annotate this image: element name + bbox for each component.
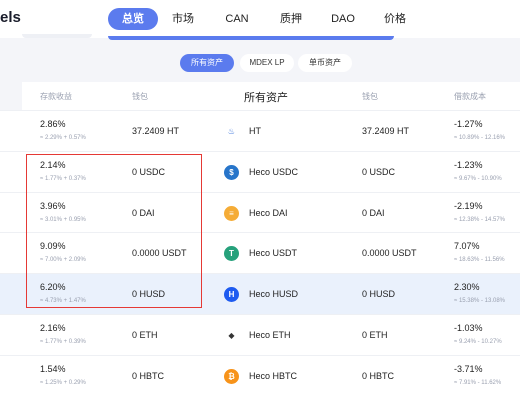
borrow-cost-value: -1.03%	[454, 323, 483, 333]
asset-name[interactable]: Heco USDC	[249, 167, 298, 177]
deposit-apy-value: 2.86%	[40, 119, 66, 129]
borrow-cost-value: 7.07%	[454, 241, 480, 251]
asset-name[interactable]: Heco DAI	[249, 208, 288, 218]
ht-flame-icon: ♨	[224, 124, 239, 139]
dai-icon: ≡	[224, 206, 239, 221]
usdc-icon: $	[224, 165, 239, 180]
filter-all-assets[interactable]: 所有资产	[180, 54, 234, 72]
wallet-balance-right: 37.2409 HT	[362, 126, 410, 136]
borrow-cost-breakdown: ≈ 9.67% - 10.90%	[454, 176, 502, 182]
eth-icon: ◆	[224, 328, 239, 343]
asset-name[interactable]: Heco HBTC	[249, 371, 297, 381]
asset-name[interactable]: Heco ETH	[249, 330, 291, 340]
deposit-apy-breakdown: ≈ 1.25% + 0.29%	[40, 380, 86, 386]
table-row[interactable]: 1.54% ≈ 1.25% + 0.29% 0 HBTC ₿ Heco HBTC 0 HB…	[0, 355, 520, 396]
top-navigation-bar: els 总览 市场 CAN 质押 DAO 价格	[0, 0, 520, 40]
borrow-cost-breakdown: ≈ 9.24% - 10.27%	[454, 339, 502, 345]
brand-logo-text[interactable]: els	[0, 9, 21, 26]
deposit-apy-breakdown: ≈ 1.77% + 0.39%	[40, 339, 86, 345]
borrow-cost-breakdown: ≈ 7.91% - 11.62%	[454, 380, 502, 386]
search-bar-edge	[22, 34, 92, 38]
borrow-cost-value: -1.27%	[454, 119, 483, 129]
red-annotation-box	[26, 154, 202, 308]
nav-tab-market[interactable]: 市场	[168, 8, 198, 30]
husd-icon: H	[224, 287, 239, 302]
usdt-icon: T	[224, 246, 239, 261]
nav-tab-staking[interactable]: 质押	[276, 8, 306, 30]
wallet-balance-right: 0 USDC	[362, 167, 396, 177]
deposit-apy-value: 1.54%	[40, 364, 66, 374]
borrow-cost-value: -1.23%	[454, 160, 483, 170]
nav-tab-price[interactable]: 价格	[380, 8, 410, 30]
wallet-balance-right: 0 ETH	[362, 330, 388, 340]
borrow-cost-breakdown: ≈ 10.89% - 12.16%	[454, 135, 505, 141]
header-borrow-cost: 借款成本	[454, 92, 486, 101]
wallet-balance-right: 0.0000 USDT	[362, 248, 417, 258]
wallet-balance-right: 0 DAI	[362, 208, 385, 218]
asset-name[interactable]: HT	[249, 126, 261, 136]
wallet-balance-right: 0 HUSD	[362, 289, 396, 299]
wallet-balance-left: 0 ETH	[132, 330, 158, 340]
wallet-balance-right: 0 HBTC	[362, 371, 395, 381]
deposit-apy-value: 2.16%	[40, 323, 66, 333]
borrow-cost-breakdown: ≈ 12.38% - 14.57%	[454, 217, 505, 223]
header-wallet-left: 钱包	[132, 92, 148, 101]
nav-tab-dao[interactable]: DAO	[328, 8, 358, 30]
filter-mdex-lp[interactable]: MDEX LP	[240, 54, 294, 72]
table-row[interactable]: 2.86% ≈ 2.29% + 0.57% 37.2409 HT ♨ HT 37.2409…	[0, 110, 520, 151]
nav-tab-can[interactable]: CAN	[222, 8, 252, 30]
wallet-balance-left: 37.2409 HT	[132, 126, 180, 136]
borrow-cost-breakdown: ≈ 15.38% - 13.08%	[454, 298, 505, 304]
table-row[interactable]: 2.16% ≈ 1.77% + 0.39% 0 ETH ◆ Heco ETH 0 ETH -…	[0, 314, 520, 355]
wallet-balance-left: 0 HBTC	[132, 371, 165, 381]
nav-tab-overview[interactable]: 总览	[108, 8, 158, 30]
borrow-cost-value: -2.19%	[454, 201, 483, 211]
nav-panel-edge	[108, 36, 394, 40]
borrow-cost-value: 2.30%	[454, 282, 480, 292]
asset-name[interactable]: Heco HUSD	[249, 289, 298, 299]
borrow-cost-value: -3.71%	[454, 364, 483, 374]
asset-name[interactable]: Heco USDT	[249, 248, 297, 258]
filter-single-token[interactable]: 单币资产	[298, 54, 352, 72]
header-wallet-right: 钱包	[362, 92, 378, 101]
deposit-apy-breakdown: ≈ 2.29% + 0.57%	[40, 135, 86, 141]
header-all-assets: 所有资产	[244, 92, 288, 104]
hbtc-icon: ₿	[224, 369, 239, 384]
borrow-cost-breakdown: ≈ 18.63% - 11.56%	[454, 257, 505, 263]
header-deposit-apy: 存款收益	[40, 92, 72, 101]
